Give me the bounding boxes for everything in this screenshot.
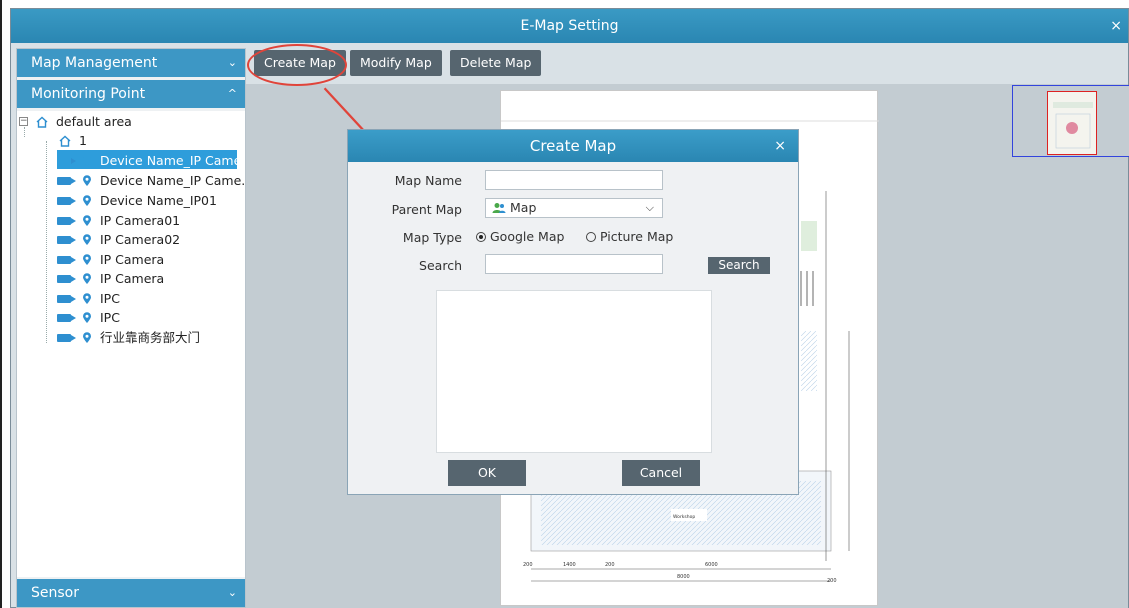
minimap-thumbnail <box>1047 91 1097 155</box>
camera-icon <box>57 294 76 303</box>
sensor-header[interactable]: Sensor ⌄ <box>17 579 245 607</box>
svg-text:8000: 8000 <box>677 574 690 580</box>
location-pin-icon <box>82 194 91 206</box>
chevron-down-icon: ⌄ <box>227 56 237 69</box>
monitoring-point-header[interactable]: Monitoring Point ^ <box>17 80 245 108</box>
tree-item[interactable]: Device Name_IP Came... <box>57 150 253 169</box>
search-button[interactable]: Search <box>708 257 770 274</box>
home-icon <box>36 116 48 128</box>
camera-icon <box>57 333 76 342</box>
highlight-circle <box>247 44 347 86</box>
location-pin-icon <box>82 154 91 166</box>
collapse-icon[interactable]: − <box>19 117 28 126</box>
location-pin-icon <box>82 292 91 304</box>
tree-item-label: IP Camera <box>99 252 165 267</box>
location-pin-icon <box>82 233 91 245</box>
map-type-google-label: Google Map <box>490 229 565 244</box>
tree-item[interactable]: IP Camera <box>57 268 164 287</box>
parent-map-select[interactable]: Map ⌵ <box>485 198 663 218</box>
tree-item[interactable]: IPC <box>57 288 120 307</box>
location-pin-icon <box>82 272 91 284</box>
camera-icon <box>57 156 76 165</box>
frame-border <box>0 0 2 608</box>
camera-icon <box>57 216 76 225</box>
ok-button[interactable]: OK <box>448 460 526 486</box>
tree-item[interactable]: 行业靠商务部大门 <box>57 327 200 346</box>
camera-icon <box>57 196 76 205</box>
location-pin-icon <box>82 253 91 265</box>
tree-item-label: 行业靠商务部大门 <box>99 330 200 345</box>
map-type-google-radio[interactable]: Google Map <box>476 229 564 245</box>
map-name-label: Map Name <box>394 173 462 188</box>
radio-checked-icon <box>476 232 486 242</box>
tree-item[interactable]: Device Name_IP01 <box>57 190 217 209</box>
monitoring-tree: − default area 1 Device Name_IP Came... … <box>17 111 253 577</box>
parent-map-value: Map <box>510 200 537 215</box>
radio-unchecked-icon <box>586 232 596 242</box>
chevron-down-icon: ⌄ <box>227 586 237 599</box>
tree-item-label: IP Camera01 <box>99 213 181 228</box>
dialog-title: Create Map <box>529 137 617 155</box>
delete-map-button[interactable]: Delete Map <box>450 50 542 76</box>
tree-item-label: Device Name_IP Came... <box>99 173 254 188</box>
window-close-icon[interactable]: × <box>1110 9 1122 43</box>
tree-item-label: Device Name_IP01 <box>99 193 217 208</box>
modify-map-button[interactable]: Modify Map <box>350 50 442 76</box>
create-map-dialog: Create Map × Map Name Parent Map Map ⌵ M… <box>347 129 799 495</box>
sensor-label: Sensor <box>31 585 79 601</box>
tree-item-label: IP Camera <box>99 271 165 286</box>
location-pin-icon <box>82 174 91 186</box>
camera-icon <box>57 274 76 283</box>
tree-item[interactable]: IPC <box>57 307 120 326</box>
left-panel: Map Management ⌄ Monitoring Point ^ − de… <box>16 48 253 608</box>
camera-icon <box>57 255 76 264</box>
tree-node-label: 1 <box>78 133 87 148</box>
location-pin-icon <box>82 311 91 323</box>
tree-item-label: IPC <box>99 291 120 306</box>
tree-root-default-area[interactable]: − default area <box>19 111 132 130</box>
svg-text:200: 200 <box>523 562 533 568</box>
search-input[interactable] <box>485 254 663 274</box>
svg-text:6000: 6000 <box>705 562 718 568</box>
map-type-picture-label: Picture Map <box>600 229 674 244</box>
chevron-up-icon: ^ <box>227 87 237 100</box>
svg-text:Workshop: Workshop <box>673 514 695 520</box>
minimap[interactable] <box>1012 85 1129 157</box>
svg-text:1400: 1400 <box>563 562 576 568</box>
svg-text:200: 200 <box>605 562 615 568</box>
tree-item[interactable]: IP Camera <box>57 249 164 268</box>
window-titlebar: E-Map Setting × <box>11 9 1128 43</box>
map-management-label: Map Management <box>31 55 158 71</box>
search-label: Search <box>419 258 462 273</box>
home-icon <box>59 135 71 147</box>
dialog-close-icon[interactable]: × <box>774 130 786 162</box>
chevron-down-icon: ⌵ <box>645 201 654 214</box>
tree-item[interactable]: IP Camera02 <box>57 229 180 248</box>
monitoring-point-label: Monitoring Point <box>31 86 146 102</box>
users-icon <box>492 203 506 213</box>
tree-item-label: IP Camera02 <box>99 232 181 247</box>
tree-item-label: Device Name_IP Came... <box>99 153 254 168</box>
map-type-label: Map Type <box>402 230 462 245</box>
location-pin-icon <box>82 331 91 343</box>
svg-text:200: 200 <box>827 578 837 584</box>
dialog-titlebar: Create Map × <box>348 130 798 162</box>
camera-icon <box>57 235 76 244</box>
map-type-picture-radio[interactable]: Picture Map <box>586 229 673 245</box>
parent-map-label: Parent Map <box>391 202 462 217</box>
window-title: E-Map Setting <box>520 18 619 34</box>
search-results-box[interactable] <box>436 290 712 453</box>
tree-item[interactable]: IP Camera01 <box>57 210 180 229</box>
map-name-input[interactable] <box>485 170 663 190</box>
location-pin-icon <box>82 214 91 226</box>
camera-icon <box>57 176 76 185</box>
tree-item-label: IPC <box>99 310 120 325</box>
cancel-button[interactable]: Cancel <box>622 460 700 486</box>
camera-icon <box>57 313 76 322</box>
tree-item[interactable]: Device Name_IP Came... <box>57 170 253 189</box>
tree-node-1[interactable]: 1 <box>59 130 87 149</box>
map-management-header[interactable]: Map Management ⌄ <box>17 49 245 77</box>
tree-root-label: default area <box>55 114 132 129</box>
